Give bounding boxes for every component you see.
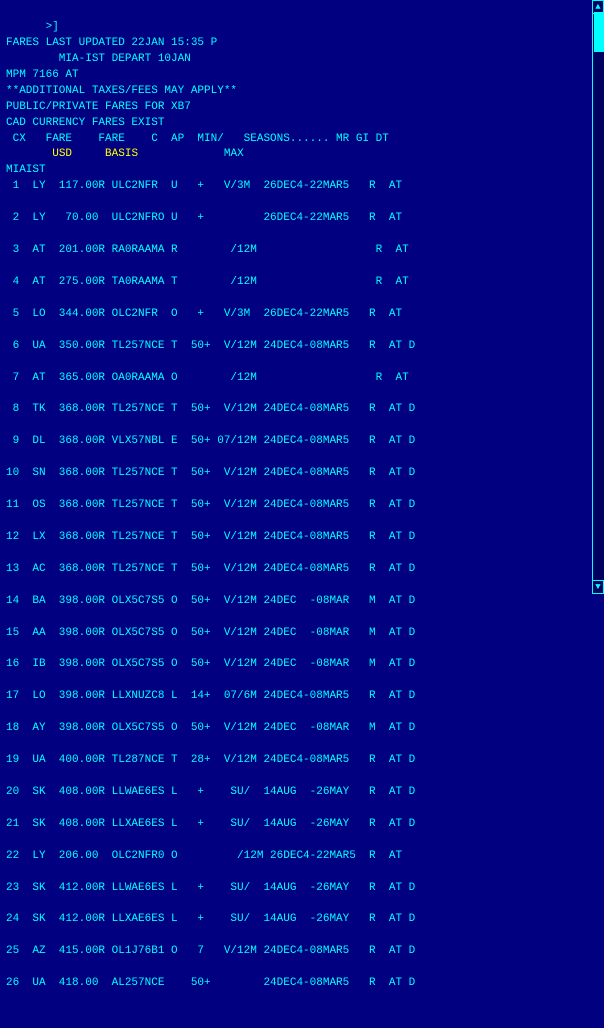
scroll-down-button[interactable]: ▼ <box>592 580 604 594</box>
public-private-line: PUBLIC/PRIVATE FARES FOR XB7 <box>6 101 191 113</box>
scrollbar[interactable]: ▲ ▼ <box>592 0 604 594</box>
table-row: 16 IB 398.00R OLX5C7S5 O 50+ V/12M 24DEC… <box>6 657 586 673</box>
table-row: 15 AA 398.00R OLX5C7S5 O 50+ V/12M 24DEC… <box>6 626 586 642</box>
table-row: 11 OS 368.00R TL257NCE T 50+ V/12M 24DEC… <box>6 498 586 514</box>
table-row: 13 AC 368.00R TL257NCE T 50+ V/12M 24DEC… <box>6 562 586 578</box>
section-label: MIAIST <box>6 164 46 176</box>
table-row: 23 SK 412.00R LLWAE6ES L + SU/ 14AUG -26… <box>6 881 586 897</box>
table-row: 24 SK 412.00R LLXAE6ES L + SU/ 14AUG -26… <box>6 912 586 928</box>
table-row: 6 UA 350.00R TL257NCE T 50+ V/12M 24DEC4… <box>6 339 586 355</box>
table-row: 7 AT 365.00R OA0RAAMA O /12M R AT <box>6 371 586 387</box>
cad-currency-line: CAD CURRENCY FARES EXIST <box>6 117 164 129</box>
table-row: 10 SN 368.00R TL257NCE T 50+ V/12M 24DEC… <box>6 466 586 482</box>
col-header-2: USD BASIS MAX <box>6 148 244 160</box>
table-row: 1 LY 117.00R ULC2NFR U + V/3M 26DEC4-22M… <box>6 179 586 195</box>
terminal-window: >] FARES LAST UPDATED 22JAN 15:35 P MIA-… <box>0 0 592 1028</box>
terminal-content: >] FARES LAST UPDATED 22JAN 15:35 P MIA-… <box>0 0 592 1028</box>
table-row: 25 AZ 415.00R OL1J76B1 O 7 V/12M 24DEC4-… <box>6 944 586 960</box>
table-row: 19 UA 400.00R TL287NCE T 28+ V/12M 24DEC… <box>6 753 586 769</box>
scrollbar-thumb[interactable] <box>594 12 604 52</box>
table-row: 14 BA 398.00R OLX5C7S5 O 50+ V/12M 24DEC… <box>6 594 586 610</box>
col-header-1: CX FARE FARE C AP MIN/ SEASONS...... MR … <box>6 133 389 145</box>
table-row: 8 TK 368.00R TL257NCE T 50+ V/12M 24DEC4… <box>6 402 586 418</box>
mpm-line: MPM 7166 AT <box>6 69 79 81</box>
arrow-indicator: >] <box>32 21 58 33</box>
table-row: 26 UA 418.00 AL257NCE 50+ 24DEC4-08MAR5 … <box>6 976 586 992</box>
table-row: 22 LY 206.00 OLC2NFR0 O /12M 26DEC4-22MA… <box>6 849 586 865</box>
table-row: 9 DL 368.00R VLX57NBL E 50+ 07/12M 24DEC… <box>6 434 586 450</box>
table-row: 12 LX 368.00R TL257NCE T 50+ V/12M 24DEC… <box>6 530 586 546</box>
table-row: 4 AT 275.00R TA0RAAMA T /12M R AT <box>6 275 586 291</box>
taxes-line: **ADDITIONAL TAXES/FEES MAY APPLY** <box>6 85 237 97</box>
route-line: MIA-IST DEPART 10JAN <box>6 53 191 65</box>
table-row: 20 SK 408.00R LLWAE6ES L + SU/ 14AUG -26… <box>6 785 586 801</box>
table-row: 3 AT 201.00R RA0RAAMA R /12M R AT <box>6 243 586 259</box>
table-row: 2 LY 70.00 ULC2NFRO U + 26DEC4-22MAR5 R … <box>6 211 586 227</box>
table-row: 17 LO 398.00R LLXNUZC8 L 14+ 07/6M 24DEC… <box>6 689 586 705</box>
table-row: 5 LO 344.00R OLC2NFR O + V/3M 26DEC4-22M… <box>6 307 586 323</box>
table-row: 18 AY 398.00R OLX5C7S5 O 50+ V/12M 24DEC… <box>6 721 586 737</box>
table-row: 21 SK 408.00R LLXAE6ES L + SU/ 14AUG -26… <box>6 817 586 833</box>
fares-updated-line: FARES LAST UPDATED 22JAN 15:35 P <box>6 37 217 49</box>
